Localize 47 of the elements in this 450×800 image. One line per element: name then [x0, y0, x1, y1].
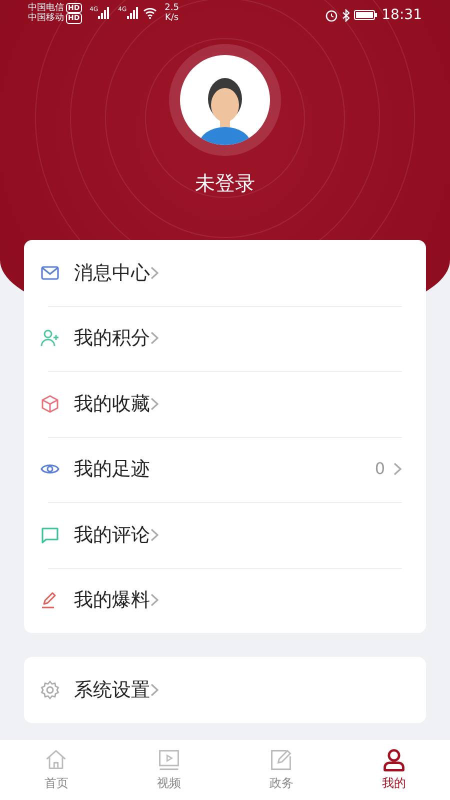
menu-item[interactable]: 我的积分 [24, 306, 426, 371]
edit-icon [269, 748, 294, 772]
video-icon [156, 748, 181, 772]
chevron-right-icon [150, 331, 159, 346]
nav-tab[interactable]: 政务 [225, 740, 338, 800]
add-user-icon [40, 328, 60, 348]
wifi-icon [142, 7, 157, 20]
chevron-right-icon [150, 528, 159, 542]
menu-label: 我的评论 [74, 522, 150, 548]
carrier-name: 中国移动 [28, 13, 64, 24]
menu-label: 我的爆料 [74, 588, 150, 613]
signal-icon [126, 7, 139, 20]
menu-item[interactable]: 系统设置 [24, 657, 426, 722]
nav-tab[interactable]: 我的 [338, 740, 450, 800]
menu-label: 消息中心 [74, 260, 150, 286]
menu-item[interactable]: 我的足迹 0 [24, 436, 426, 502]
chevron-right-icon [150, 266, 159, 280]
menu-item[interactable]: 我的收藏 [24, 371, 426, 436]
network-speed: 2.5 [164, 3, 179, 14]
clock: 18:31 [382, 7, 422, 24]
chevron-right-icon [393, 462, 402, 476]
bluetooth-icon [342, 8, 350, 22]
home-icon [44, 748, 68, 772]
alarm-icon [324, 8, 338, 22]
chat-bubble-icon [40, 524, 60, 545]
login-status[interactable]: 未登录 [195, 171, 255, 195]
person-icon [382, 748, 406, 772]
carrier-name: 中国电信 [28, 3, 64, 13]
menu-item[interactable]: 我的评论 [24, 502, 426, 568]
menu-label: 系统设置 [74, 678, 150, 702]
chevron-right-icon [150, 396, 159, 411]
cube-icon [40, 394, 60, 414]
chevron-right-icon [150, 593, 159, 608]
speed-unit: K/s [164, 13, 179, 24]
nav-tab[interactable]: 视频 [112, 740, 225, 800]
chevron-right-icon [150, 682, 159, 697]
menu-item[interactable]: 消息中心 [24, 240, 426, 306]
menu-label: 我的积分 [74, 326, 150, 351]
battery-icon [354, 9, 378, 22]
menu-label: 我的足迹 [74, 457, 150, 482]
menu-label: 我的收藏 [74, 392, 150, 416]
settings-icon [40, 680, 60, 700]
avatar[interactable] [180, 55, 270, 145]
signal-icon [98, 7, 110, 20]
nav-tab[interactable]: 首页 [0, 740, 112, 800]
menu-item[interactable]: 我的爆料 [24, 568, 426, 633]
item-count: 0 [374, 458, 385, 480]
